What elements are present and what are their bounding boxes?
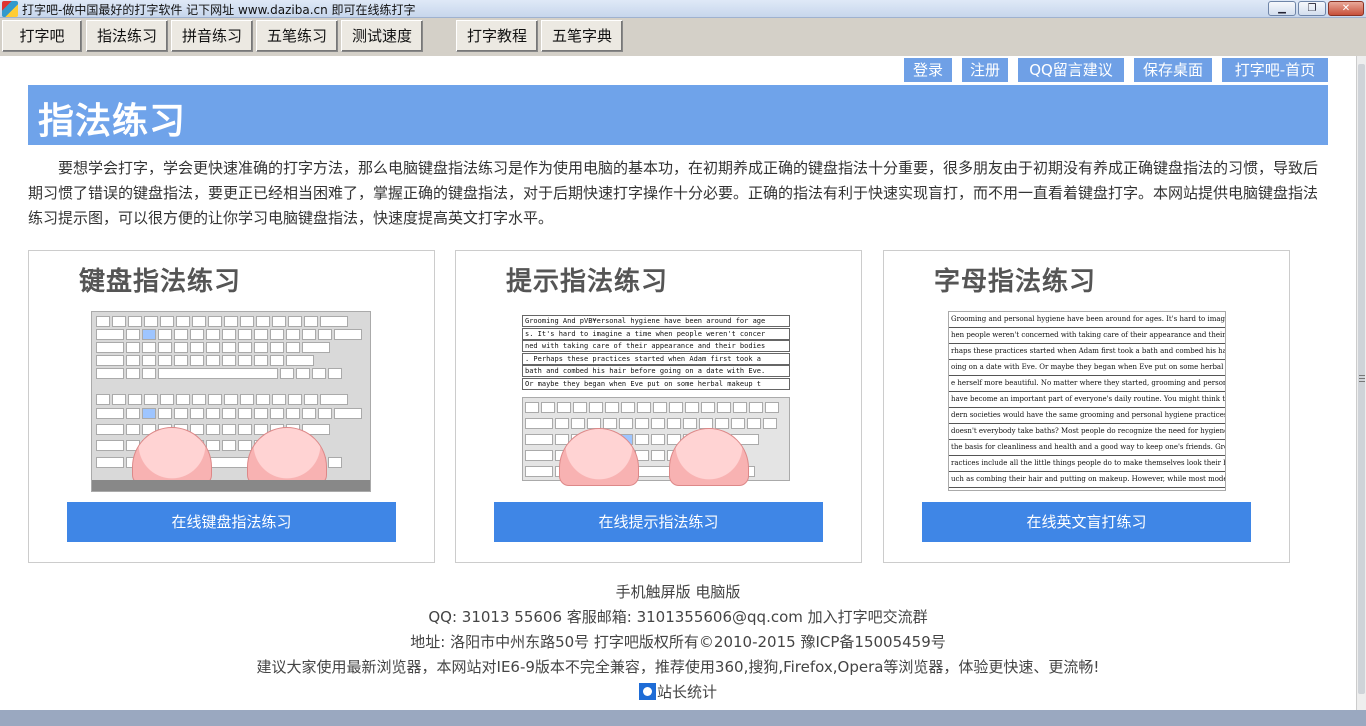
stats-link[interactable]: 站长统计 — [657, 683, 717, 701]
letter-line: ractices include all the little things p… — [949, 456, 1225, 472]
footer-stats[interactable]: 站长统计 — [0, 680, 1356, 705]
left-hand-icon — [132, 427, 212, 485]
maximize-button[interactable]: ❐ — [1298, 1, 1326, 16]
link-register[interactable]: 注册 — [962, 58, 1008, 82]
vertical-scrollbar[interactable] — [1356, 56, 1366, 710]
hint-practice-button[interactable]: 在线提示指法练习 — [494, 502, 823, 542]
nav-wubi-dictionary[interactable]: 五笔字典 — [541, 20, 623, 52]
app-icon — [2, 1, 18, 17]
card-title: 提示指法练习 — [506, 267, 669, 297]
main-nav: 打字吧 指法练习 拼音练习 五笔练习 测试速度 打字教程 五笔字典 — [0, 18, 1366, 56]
hint-line: Grooming And pVB¥ersonal hygiene have be… — [522, 315, 790, 327]
intro-paragraph: 要想学会打字，学会更快速准确的打字方法，那么电脑键盘指法练习是作为使用电脑的基本… — [28, 156, 1330, 231]
minimize-button[interactable]: ▁ — [1268, 1, 1296, 16]
letter-line: e herself more beautiful. No matter wher… — [949, 376, 1225, 392]
footer-contact: QQ: 31013 55606 客服邮箱: 3101355606@qq.com … — [428, 608, 928, 626]
intro-text: 要想学会打字，学会更快速准确的打字方法，那么电脑键盘指法练习是作为使用电脑的基本… — [28, 159, 1319, 227]
footer-address: 地址: 洛阳市中州东路50号 打字吧版权所有©2010-2015 豫ICP备15… — [410, 633, 946, 651]
window-title: 打字吧-做中国最好的打字软件 记下网址 www.daziba.cn 即可在线练打… — [22, 3, 416, 17]
nav-wubi[interactable]: 五笔练习 — [256, 20, 338, 52]
link-save-desktop[interactable]: 保存桌面 — [1134, 58, 1212, 82]
right-hand-icon — [247, 427, 327, 485]
hint-line: Or maybe they began when Eve put on some… — [522, 378, 790, 390]
letter-line: Grooming and personal hygiene have been … — [949, 312, 1225, 328]
link-login[interactable]: 登录 — [904, 58, 952, 82]
nav-fingering[interactable]: 指法练习 — [86, 20, 168, 52]
card-letter-practice: 字母指法练习 Grooming and personal hygiene hav… — [883, 250, 1290, 563]
letter-line: oing on a date with Eve. Or maybe they b… — [949, 360, 1225, 376]
page-title: 指法练习 — [38, 101, 187, 142]
card-title: 键盘指法练习 — [79, 267, 242, 297]
hint-line: . Perhaps these practices started when A… — [522, 353, 790, 365]
footer-browser-note: 建议大家使用最新浏览器，本网站对IE6-9版本不完全兼容，推荐使用360,搜狗,… — [256, 658, 1100, 676]
letter-line: doesn't everybody take baths? Most peopl… — [949, 424, 1225, 440]
hint-preview-image[interactable]: Grooming And pVB¥ersonal hygiene have be… — [518, 311, 798, 491]
letter-line: have become an important part of everyon… — [949, 392, 1225, 408]
link-home[interactable]: 打字吧-首页 — [1222, 58, 1328, 82]
window-titlebar: 打字吧-做中国最好的打字软件 记下网址 www.daziba.cn 即可在线练打… — [0, 0, 1366, 18]
hint-line: s. It's hard to imagine a time when peop… — [522, 328, 790, 340]
letter-preview-image[interactable]: Grooming and personal hygiene have been … — [948, 311, 1226, 491]
hint-keyboard — [522, 397, 790, 486]
nav-speed-test[interactable]: 测试速度 — [341, 20, 423, 52]
letter-practice-button[interactable]: 在线英文盲打练习 — [922, 502, 1251, 542]
hint-line: bath and combed his hair before going on… — [522, 365, 790, 377]
card-keyboard-practice: 键盘指法练习 在线键盘指法练习 — [28, 250, 435, 563]
card-title: 字母指法练习 — [934, 267, 1097, 297]
keyboard-preview-image[interactable] — [91, 311, 371, 492]
letter-line: rhaps these practices started when Adam … — [949, 344, 1225, 360]
keyboard-status-strip — [92, 480, 370, 491]
letter-line: hen people weren't concerned with taking… — [949, 328, 1225, 344]
nav-tutorial[interactable]: 打字教程 — [456, 20, 538, 52]
letter-line: uch as combing their hair and putting on… — [949, 472, 1225, 488]
link-qq-feedback[interactable]: QQ留言建议 — [1018, 58, 1124, 82]
letter-line: the basis for cleanliness and health and… — [949, 440, 1225, 456]
paw-icon — [638, 683, 656, 700]
close-button[interactable]: ✕ — [1328, 1, 1364, 16]
scroll-grip-icon — [1359, 375, 1365, 383]
nav-pinyin[interactable]: 拼音练习 — [171, 20, 253, 52]
card-hint-practice: 提示指法练习 Grooming And pVB¥ersonal hygiene … — [455, 250, 862, 563]
footer-version-links[interactable]: 手机触屏版 电脑版 — [0, 580, 1356, 605]
page-banner — [28, 85, 1328, 145]
keyboard-practice-button[interactable]: 在线键盘指法练习 — [67, 502, 396, 542]
window-bottom-bar — [0, 710, 1366, 726]
page-footer: 手机触屏版 电脑版 QQ: 31013 55606 客服邮箱: 31013556… — [0, 580, 1356, 705]
hint-line: ned with taking care of their appearance… — [522, 340, 790, 352]
nav-daziba[interactable]: 打字吧 — [2, 20, 82, 52]
letter-line: dern societies would have the same groom… — [949, 408, 1225, 424]
